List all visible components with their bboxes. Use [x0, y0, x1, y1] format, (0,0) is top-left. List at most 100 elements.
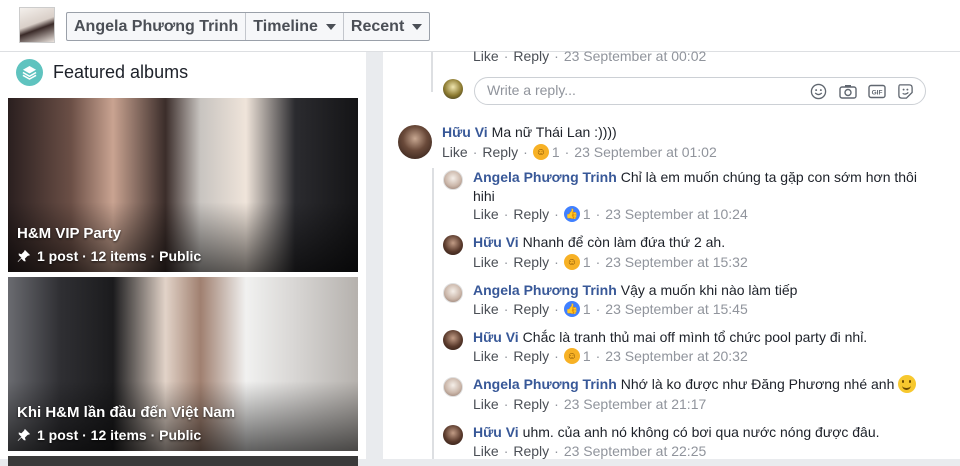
like-link[interactable]: Like — [473, 443, 499, 459]
featured-albums-title: Featured albums — [53, 62, 189, 82]
recent-dropdown[interactable]: Recent — [344, 13, 429, 40]
reply-link[interactable]: Reply — [482, 144, 518, 160]
album-card[interactable]: H&M VIP Party 1 post · 12 items · Public — [8, 98, 358, 272]
reply-avatar[interactable] — [443, 235, 463, 255]
reply-avatar[interactable] — [443, 170, 463, 190]
like-link[interactable]: Like — [473, 48, 499, 64]
albums-stack-icon — [16, 59, 43, 86]
album-title: H&M VIP Party — [17, 225, 121, 242]
reply-text: Nhanh để còn làm đứa thứ 2 ah. — [522, 234, 726, 250]
like-link[interactable]: Like — [473, 254, 499, 270]
timestamp[interactable]: 23 September at 01:02 — [574, 144, 716, 160]
timeline-dropdown[interactable]: Timeline — [246, 13, 344, 40]
camera-icon[interactable] — [838, 82, 857, 101]
reaction-summary[interactable]: ☺ 1 — [563, 348, 591, 364]
album-title: Khi H&M lần đầu đến Việt Nam — [17, 404, 236, 421]
reply-body: Angela Phương Trinh Vậy a muốn khi nào là… — [473, 281, 797, 300]
timestamp[interactable]: 23 September at 15:32 — [605, 254, 747, 270]
reply-link[interactable]: Reply — [513, 348, 549, 364]
like-link[interactable]: Like — [473, 206, 499, 222]
reply-body: Hữu Vi uhm. của anh nó không có bơi qua n… — [473, 423, 880, 442]
reply-actions: Like · Reply · ☺ 1 · 23 September at 15:32 — [473, 254, 748, 270]
comment-author[interactable]: Hữu Vi — [442, 124, 488, 140]
reply-link[interactable]: Reply — [513, 301, 549, 317]
profile-avatar[interactable] — [19, 7, 55, 43]
reply-text: uhm. của anh nó không có bơi qua nước nó… — [522, 424, 880, 440]
svg-text:GIF: GIF — [871, 90, 882, 97]
reply-link[interactable]: Reply — [513, 206, 549, 222]
profile-name-link[interactable]: Angela Phương Trinh — [67, 13, 247, 40]
timestamp[interactable]: 23 September at 15:45 — [605, 301, 747, 317]
reply-actions: Like · Reply · 23 September at 22:25 — [473, 443, 707, 459]
reply-avatar[interactable] — [443, 283, 463, 303]
reply-author[interactable]: Hữu Vi — [473, 329, 519, 345]
comment-thread: Like· Reply· 23 September at 00:02 GIF H… — [383, 48, 960, 459]
reply-actions: Like · Reply · ☺ 1 · 23 September at 20:32 — [473, 348, 748, 364]
timestamp[interactable]: 23 September at 22:25 — [564, 443, 706, 459]
comment-actions: Like · Reply · 23 September at 00:02 — [473, 48, 707, 64]
pin-icon — [17, 428, 31, 442]
comment-text: Ma nữ Thái Lan :)))) — [491, 124, 617, 140]
timestamp[interactable]: 23 September at 21:17 — [564, 396, 706, 412]
reply-actions: Like · Reply · 👍 1 · 23 September at 15:45 — [473, 301, 748, 317]
album-meta: 1 post · 12 items · Public — [37, 427, 202, 443]
reply-link[interactable]: Reply — [513, 48, 549, 64]
album-card[interactable] — [8, 456, 358, 466]
like-link[interactable]: Like — [473, 301, 499, 317]
haha-reaction-icon: ☺ — [563, 254, 580, 270]
reply-author[interactable]: Hữu Vi — [473, 424, 519, 440]
reply-link[interactable]: Reply — [513, 396, 549, 412]
reply-actions: Like · Reply · 👍 1 · 23 September at 10:24 — [473, 206, 748, 222]
reply-text: Nhớ là ko được như Đăng Phương nhé anh — [620, 376, 895, 392]
reaction-summary[interactable]: 👍 1 — [563, 301, 591, 317]
featured-albums-panel: Featured albums H&M VIP Party 1 post · 1… — [0, 52, 366, 466]
reply-body: Angela Phương Trinh Chỉ là em muốn chúng … — [473, 168, 923, 206]
reply-text: Vậy a muốn khi nào làm tiếp — [620, 282, 798, 298]
reply-box: GIF — [474, 77, 926, 105]
haha-reaction-icon: ☺ — [563, 348, 580, 364]
pin-icon — [17, 249, 31, 263]
album-card[interactable]: Khi H&M lần đầu đến Việt Nam 1 post · 12… — [8, 277, 358, 451]
like-link[interactable]: Like — [473, 348, 499, 364]
comment-actions: Like · Reply · ☺ 1 · 23 September at 01:02 — [442, 144, 717, 160]
smiley-emoji-icon — [898, 375, 917, 393]
reply-text: hihi — [473, 188, 495, 204]
haha-reaction-icon: ☺ — [532, 144, 549, 160]
timestamp[interactable]: 23 September at 00:02 — [564, 48, 706, 64]
emoji-icon[interactable] — [809, 82, 828, 101]
reply-author[interactable]: Hữu Vi — [473, 234, 519, 250]
commenter-avatar[interactable] — [398, 125, 432, 159]
current-user-avatar — [443, 79, 463, 99]
comment-body: Hữu Vi Ma nữ Thái Lan :)))) — [442, 123, 617, 142]
reply-actions: Like · Reply · 23 September at 21:17 — [473, 396, 707, 412]
reply-body: Angela Phương Trinh Nhớ là ko được như Đă… — [473, 375, 917, 394]
timestamp[interactable]: 23 September at 10:24 — [605, 206, 747, 222]
like-link[interactable]: Like — [442, 144, 468, 160]
reply-avatar[interactable] — [443, 330, 463, 350]
reply-body: Hữu Vi Nhanh để còn làm đứa thứ 2 ah. — [473, 233, 725, 252]
reply-link[interactable]: Reply — [513, 443, 549, 459]
gif-icon[interactable]: GIF — [867, 82, 886, 101]
reaction-summary[interactable]: ☺ 1 — [563, 254, 591, 270]
reply-link[interactable]: Reply — [513, 254, 549, 270]
reply-text: Chỉ là em muốn chúng ta gặp con sớm hơn … — [620, 169, 917, 185]
reaction-summary[interactable]: 👍 1 — [563, 206, 591, 222]
chevron-down-icon — [325, 23, 336, 30]
reply-author[interactable]: Angela Phương Trinh — [473, 282, 617, 298]
like-reaction-icon: 👍 — [563, 301, 580, 317]
reaction-summary[interactable]: ☺ 1 — [532, 144, 560, 160]
breadcrumb: Angela Phương Trinh Timeline Recent — [66, 12, 431, 41]
reply-input[interactable] — [487, 82, 787, 98]
album-meta: 1 post · 12 items · Public — [37, 248, 202, 264]
reply-author[interactable]: Angela Phương Trinh — [473, 376, 617, 392]
like-link[interactable]: Like — [473, 396, 499, 412]
reply-text: Chắc là tranh thủ mai off mình tổ chức p… — [522, 329, 868, 345]
top-bar: Angela Phương Trinh Timeline Recent — [0, 0, 960, 52]
chevron-down-icon — [412, 23, 423, 30]
like-reaction-icon: 👍 — [563, 206, 580, 222]
sticker-icon[interactable] — [896, 82, 915, 101]
reply-avatar[interactable] — [443, 425, 463, 445]
timestamp[interactable]: 23 September at 20:32 — [605, 348, 747, 364]
reply-avatar[interactable] — [443, 377, 463, 397]
reply-author[interactable]: Angela Phương Trinh — [473, 169, 617, 185]
